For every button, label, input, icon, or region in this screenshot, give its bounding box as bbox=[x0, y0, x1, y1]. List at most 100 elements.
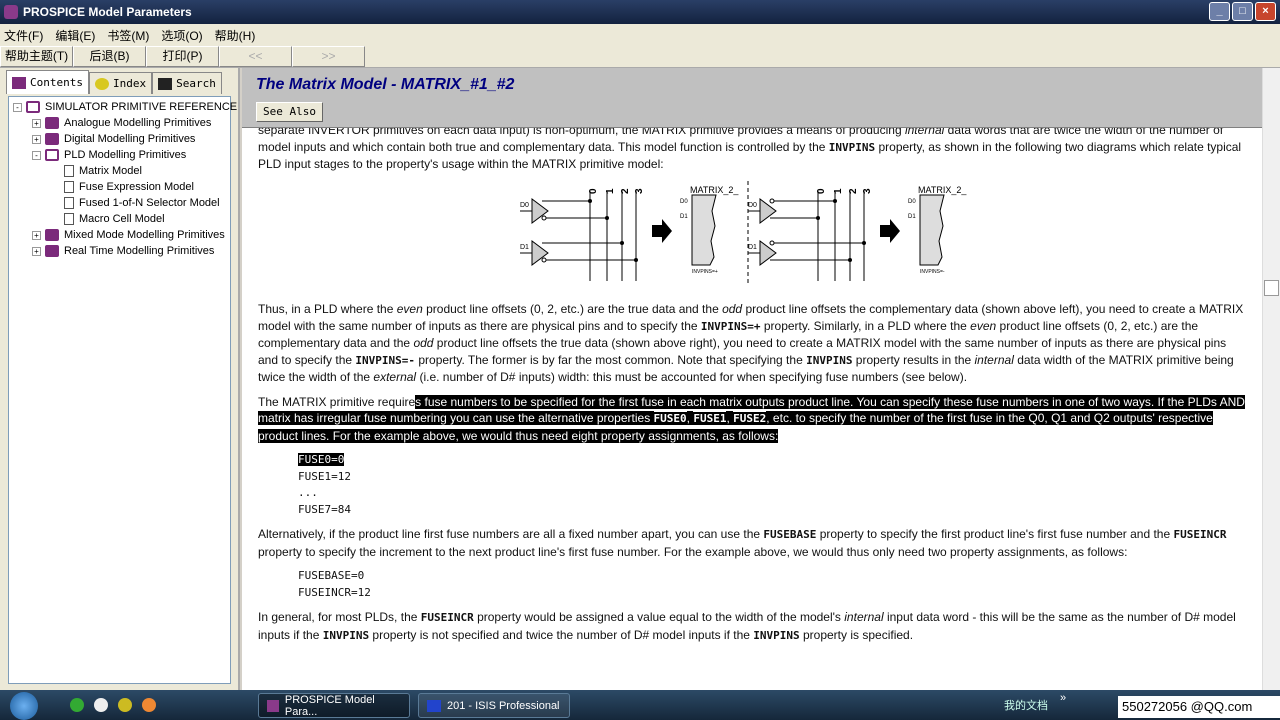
matrix-property-label: INVPINS=- bbox=[920, 269, 945, 275]
product-line-label: 1 bbox=[833, 188, 844, 194]
matrix-block bbox=[919, 194, 945, 265]
matrix-label: MATRIX_2_ bbox=[690, 185, 739, 195]
tree-item[interactable]: Matrix Model bbox=[51, 163, 142, 179]
menu-options[interactable]: 选项(O) bbox=[161, 27, 202, 44]
tab-contents[interactable]: Contents bbox=[6, 70, 89, 94]
tab-label: Contents bbox=[30, 76, 83, 89]
quicklaunch-icon[interactable] bbox=[70, 698, 84, 712]
junction bbox=[588, 198, 592, 203]
browse-prev-button[interactable]: << bbox=[219, 46, 292, 67]
book-icon bbox=[45, 229, 59, 241]
close-button[interactable]: × bbox=[1255, 2, 1276, 21]
product-line-label: 2 bbox=[620, 188, 631, 194]
tree-item-label: PLD Modelling Primitives bbox=[64, 149, 187, 161]
junction bbox=[833, 198, 837, 203]
matrix-label: MATRIX_2_ bbox=[918, 185, 967, 195]
back-button[interactable]: 后退(B) bbox=[73, 46, 146, 67]
topic-header: The Matrix Model - MATRIX_#1_#2 See Also bbox=[242, 68, 1262, 128]
tree-item-label: Matrix Model bbox=[79, 165, 142, 177]
my-documents-toolbar[interactable]: 我的文档 bbox=[1004, 697, 1048, 713]
matrix-pin-label: D0 bbox=[908, 199, 916, 205]
tree-item-label: Fuse Expression Model bbox=[79, 181, 194, 193]
see-also-button[interactable]: See Also bbox=[256, 102, 323, 122]
key-icon bbox=[94, 77, 109, 90]
browse-next-button[interactable]: >> bbox=[292, 46, 365, 67]
task-isis[interactable]: 201 - ISIS Professional bbox=[418, 693, 570, 718]
tab-label: Index bbox=[112, 77, 147, 90]
paragraph-intro: separate INVERTOR primitives on each dat… bbox=[258, 128, 1242, 171]
print-button[interactable]: 打印(P) bbox=[146, 46, 219, 67]
book-icon bbox=[12, 76, 26, 89]
input-label: D1 bbox=[748, 244, 757, 251]
paragraph-fuse-numbers: The MATRIX primitive requires fuse numbe… bbox=[258, 394, 1245, 443]
paragraph-fusebase: Alternatively, if the product line first… bbox=[258, 527, 1227, 559]
inversion-bubble bbox=[541, 257, 547, 262]
qq-icon[interactable] bbox=[94, 698, 108, 712]
matrix-pin-label: D0 bbox=[680, 199, 688, 205]
book-icon bbox=[45, 133, 59, 145]
page-icon bbox=[64, 181, 74, 193]
contents-tree: - SIMULATOR PRIMITIVE REFERENCE + Analogue … bbox=[8, 96, 237, 684]
menu-edit[interactable]: 编辑(E) bbox=[55, 27, 95, 44]
junction bbox=[605, 215, 609, 220]
expand-icon[interactable]: + bbox=[32, 118, 41, 128]
quicklaunch-icon[interactable] bbox=[142, 698, 156, 712]
task-prospice[interactable]: PROSPICE Model Para... bbox=[258, 693, 410, 718]
start-button[interactable] bbox=[10, 692, 38, 720]
tree-item[interactable]: - SIMULATOR PRIMITIVE REFERENCE bbox=[13, 99, 237, 115]
page-icon bbox=[64, 165, 74, 177]
tree-item[interactable]: + Digital Modelling Primitives bbox=[32, 131, 195, 147]
inversion-bubble bbox=[541, 215, 547, 220]
code-fuse-list: FUSE0=0 FUSE1=12 ... FUSE7=84 bbox=[298, 453, 351, 516]
task-label: 201 - ISIS Professional bbox=[447, 699, 560, 712]
product-line-label: 2 bbox=[848, 188, 859, 194]
toolbar: 帮助主题(T) 后退(B) 打印(P) << >> bbox=[0, 46, 1280, 68]
product-line-label: 0 bbox=[816, 188, 827, 194]
paragraph-general: In general, for most PLDs, the FUSEINCR … bbox=[258, 610, 1236, 642]
watermark: 550272056 @QQ.com bbox=[1118, 696, 1280, 718]
junction bbox=[848, 257, 852, 262]
expand-icon[interactable]: + bbox=[32, 246, 41, 256]
help-topics-button[interactable]: 帮助主题(T) bbox=[0, 46, 73, 67]
inversion-bubble bbox=[769, 198, 775, 203]
book-icon bbox=[45, 245, 59, 257]
matrix-pin-label: D1 bbox=[680, 214, 688, 220]
tree-item[interactable]: + Mixed Mode Modelling Primitives bbox=[32, 227, 225, 243]
collapse-icon[interactable]: - bbox=[13, 102, 22, 112]
invpins-diagram: 0 1 2 3D0D1MATRIX_2_D0D1INVPINS=+ 0 1 2 3D0D1M… bbox=[520, 180, 967, 285]
tree-item[interactable]: Macro Cell Model bbox=[51, 211, 165, 227]
menu-file[interactable]: 文件(F) bbox=[4, 27, 43, 44]
junction bbox=[816, 215, 820, 220]
binoculars-icon bbox=[158, 77, 173, 90]
scroll-thumb[interactable] bbox=[1264, 280, 1279, 296]
menu-help[interactable]: 帮助(H) bbox=[215, 27, 256, 44]
expand-icon[interactable]: + bbox=[32, 134, 41, 144]
vertical-scrollbar[interactable] bbox=[1262, 68, 1280, 690]
tree-item[interactable]: + Real Time Modelling Primitives bbox=[32, 243, 214, 259]
tree-item-label: Digital Modelling Primitives bbox=[64, 133, 196, 145]
tree-item[interactable]: - PLD Modelling Primitives bbox=[32, 147, 186, 163]
quicklaunch-icon[interactable] bbox=[118, 698, 132, 712]
topic-pane: The Matrix Model - MATRIX_#1_#2 See Also… bbox=[242, 68, 1280, 690]
menu-bookmark[interactable]: 书签(M) bbox=[107, 27, 149, 44]
maximize-button[interactable]: □ bbox=[1232, 2, 1253, 21]
toolbar-overflow[interactable]: » bbox=[1060, 692, 1066, 704]
paragraph-invpins: Thus, in a PLD where the even product li… bbox=[258, 302, 1244, 384]
input-label: D0 bbox=[520, 202, 529, 209]
product-line-label: 3 bbox=[862, 188, 873, 194]
tree-item[interactable]: Fuse Expression Model bbox=[51, 179, 194, 195]
arrow-icon bbox=[880, 218, 900, 243]
app-icon bbox=[267, 699, 279, 712]
code-fusebase: FUSEBASE=0 FUSEINCR=12 bbox=[298, 569, 371, 599]
collapse-icon[interactable]: - bbox=[32, 150, 41, 160]
tree-item[interactable]: + Analogue Modelling Primitives bbox=[32, 115, 211, 131]
product-line-label: 3 bbox=[634, 188, 645, 194]
tab-search[interactable]: Search bbox=[152, 72, 222, 94]
expand-icon[interactable]: + bbox=[32, 230, 41, 240]
tree-item-label: Macro Cell Model bbox=[79, 213, 165, 225]
minimize-button[interactable]: _ bbox=[1209, 2, 1230, 21]
tree-item[interactable]: Fused 1-of-N Selector Model bbox=[51, 195, 220, 211]
tab-index[interactable]: Index bbox=[88, 72, 153, 94]
matrix-pin-label: D1 bbox=[908, 214, 916, 220]
input-label: D0 bbox=[748, 202, 757, 209]
